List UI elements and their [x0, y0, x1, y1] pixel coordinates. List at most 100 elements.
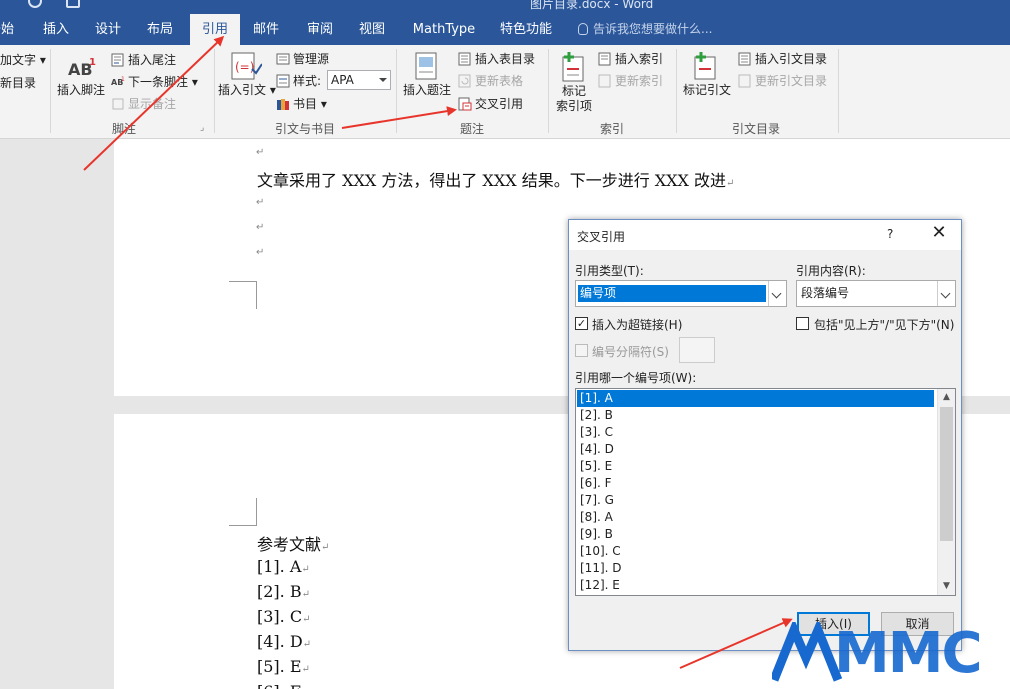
chevron-down-icon: [768, 281, 786, 306]
help-icon[interactable]: ?: [887, 227, 893, 241]
include-above-below-checkbox[interactable]: [796, 317, 809, 330]
next-footnote-button[interactable]: AB 1 下一条脚注 ▾: [111, 73, 198, 90]
customize-icon[interactable]: [66, 0, 80, 8]
insert-toa-label: 插入引文目录: [755, 52, 828, 66]
tab-0[interactable]: 开始: [0, 14, 16, 45]
update-index-icon: [598, 74, 611, 88]
reference-entry[interactable]: [6]. F: [257, 682, 301, 689]
show-notes-button[interactable]: 显示备注: [111, 95, 176, 112]
paragraph-mark: ↵: [256, 197, 265, 208]
bibliography-label: 书目: [293, 97, 318, 111]
citation-style-dropdown[interactable]: APA: [327, 70, 391, 90]
list-item[interactable]: [2]. B: [577, 407, 934, 424]
reference-entry[interactable]: [1]. A↵: [257, 557, 310, 576]
cross-reference-dialog: 交叉引用 ? ✕ 引用类型(T): 编号项 引用内容(R): 段落编号 ✓ 插入…: [568, 219, 962, 651]
scrollbar[interactable]: ▲ ▼: [937, 389, 955, 595]
reference-entry-text: [1]. A: [257, 557, 302, 576]
scroll-up-icon[interactable]: ▲: [938, 389, 955, 406]
ribbon-references: 加文字 ▾ 新目录 AB 1 插入脚注 插入尾注 AB 1 下一条脚注 ▾ 显示备注…: [0, 45, 1010, 139]
paragraph-mark: ↵: [301, 564, 310, 575]
list-item[interactable]: [3]. C: [577, 424, 934, 441]
list-item[interactable]: [1]. A: [577, 390, 934, 407]
reference-content-label: 引用内容(R):: [796, 264, 866, 278]
references-title[interactable]: 参考文献↵: [257, 531, 329, 555]
tab-7[interactable]: 视图: [352, 14, 392, 45]
tab-1[interactable]: 插入: [36, 14, 76, 45]
reference-entry-text: [2]. B: [257, 582, 302, 601]
insert-index-icon: [598, 52, 611, 66]
tab-2[interactable]: 设计: [88, 14, 128, 45]
paragraph-mark: ↵: [726, 178, 735, 189]
style-value: APA: [331, 73, 354, 87]
reference-type-label: 引用类型(T):: [575, 264, 644, 278]
paragraph-mark: ↵: [301, 664, 310, 675]
tab-5[interactable]: 邮件: [246, 14, 286, 45]
redo-icon[interactable]: [28, 0, 42, 8]
citation-icon: (=): [231, 52, 262, 80]
update-table-icon: [458, 74, 471, 88]
manage-sources-icon: [276, 53, 290, 65]
paragraph-mark: ↵: [256, 222, 265, 233]
list-item[interactable]: [9]. B: [577, 526, 934, 543]
bibliography-button[interactable]: 书目 ▾: [276, 95, 327, 112]
dialog-titlebar: 交叉引用 ? ✕: [569, 220, 961, 250]
insert-caption-button[interactable]: 插入题注: [400, 51, 454, 105]
list-item[interactable]: [6]. F: [577, 475, 934, 492]
tab-3[interactable]: 布局: [140, 14, 180, 45]
list-item[interactable]: [12]. E: [577, 577, 934, 594]
tab-8[interactable]: MathType: [404, 14, 484, 45]
close-icon[interactable]: ✕: [929, 223, 949, 243]
separate-numbers-checkbox[interactable]: [575, 344, 588, 357]
numbered-items-list[interactable]: [1]. A [2]. B [3]. C [4]. D [5]. E [6]. F [7].…: [575, 388, 956, 596]
tell-me-search[interactable]: 告诉我您想要做什么...: [578, 14, 712, 45]
paragraph-mark: ↵: [302, 614, 311, 625]
add-text-button[interactable]: 加文字 ▾: [0, 51, 46, 68]
citations-group-label: 引文与书目: [274, 122, 335, 136]
scroll-down-icon[interactable]: ▼: [938, 578, 955, 595]
mark-citation-button[interactable]: 标记引文: [680, 51, 734, 105]
list-item[interactable]: [4]. D: [577, 441, 934, 458]
update-table-button[interactable]: 更新表格: [458, 72, 523, 89]
insert-citation-button[interactable]: (=) 插入引文 ▾: [218, 51, 276, 105]
insert-table-of-figures-button[interactable]: 插入表目录: [458, 50, 535, 67]
margin-crop-mark: [229, 498, 257, 526]
reference-entry[interactable]: [4]. D↵: [257, 632, 311, 651]
insert-toa-button[interactable]: 插入引文目录: [738, 50, 827, 67]
style-label-text: 样式:: [293, 74, 322, 88]
tab-6[interactable]: 审阅: [300, 14, 340, 45]
svg-text:1: 1: [121, 76, 125, 83]
reference-entry[interactable]: [2]. B↵: [257, 582, 310, 601]
endnote-icon: [111, 53, 124, 67]
update-table-label: 更新表格: [475, 74, 524, 88]
mark-entry-button[interactable]: 标记 索引项: [552, 51, 596, 117]
update-toc-button[interactable]: 新目录: [0, 74, 36, 91]
insert-index-button[interactable]: 插入索引: [598, 50, 663, 67]
insert-hyperlink-checkbox[interactable]: ✓: [575, 317, 588, 330]
reference-type-dropdown[interactable]: 编号项: [575, 280, 787, 307]
reference-type-value: 编号项: [578, 285, 766, 302]
reference-entry[interactable]: [3]. C↵: [257, 607, 310, 626]
insert-endnote-button[interactable]: 插入尾注: [111, 51, 176, 68]
update-index-button[interactable]: 更新索引: [598, 72, 663, 89]
tab-9[interactable]: 特色功能: [494, 14, 558, 45]
separator-input[interactable]: [679, 337, 715, 363]
index-group-label: 索引: [599, 122, 624, 136]
cross-reference-button[interactable]: 交叉引用: [458, 95, 523, 112]
insert-caption-label: 插入题注: [402, 83, 451, 97]
list-item[interactable]: [11]. D: [577, 560, 934, 577]
reference-entry[interactable]: [5]. E↵: [257, 657, 310, 676]
body-paragraph[interactable]: 文章采用了 XXX 方法，得出了 XXX 结果。下一步进行 XXX 改进↵: [257, 167, 734, 191]
update-toa-button[interactable]: 更新引文目录: [738, 72, 827, 89]
reference-entry-text: [5]. E: [257, 657, 302, 676]
reference-content-dropdown[interactable]: 段落编号: [796, 280, 956, 307]
insert-endnote-label: 插入尾注: [128, 53, 177, 67]
list-item[interactable]: [7]. G: [577, 492, 934, 509]
list-item[interactable]: [8]. A: [577, 509, 934, 526]
manage-sources-button[interactable]: 管理源: [276, 50, 329, 67]
tab-4[interactable]: 引用: [190, 14, 240, 45]
list-item[interactable]: [5]. E: [577, 458, 934, 475]
insert-footnote-button[interactable]: AB 1 插入脚注: [55, 53, 107, 103]
list-item[interactable]: [10]. C: [577, 543, 934, 560]
scroll-thumb[interactable]: [940, 407, 953, 541]
footnote-launcher-icon[interactable]: ⌟: [200, 123, 204, 133]
